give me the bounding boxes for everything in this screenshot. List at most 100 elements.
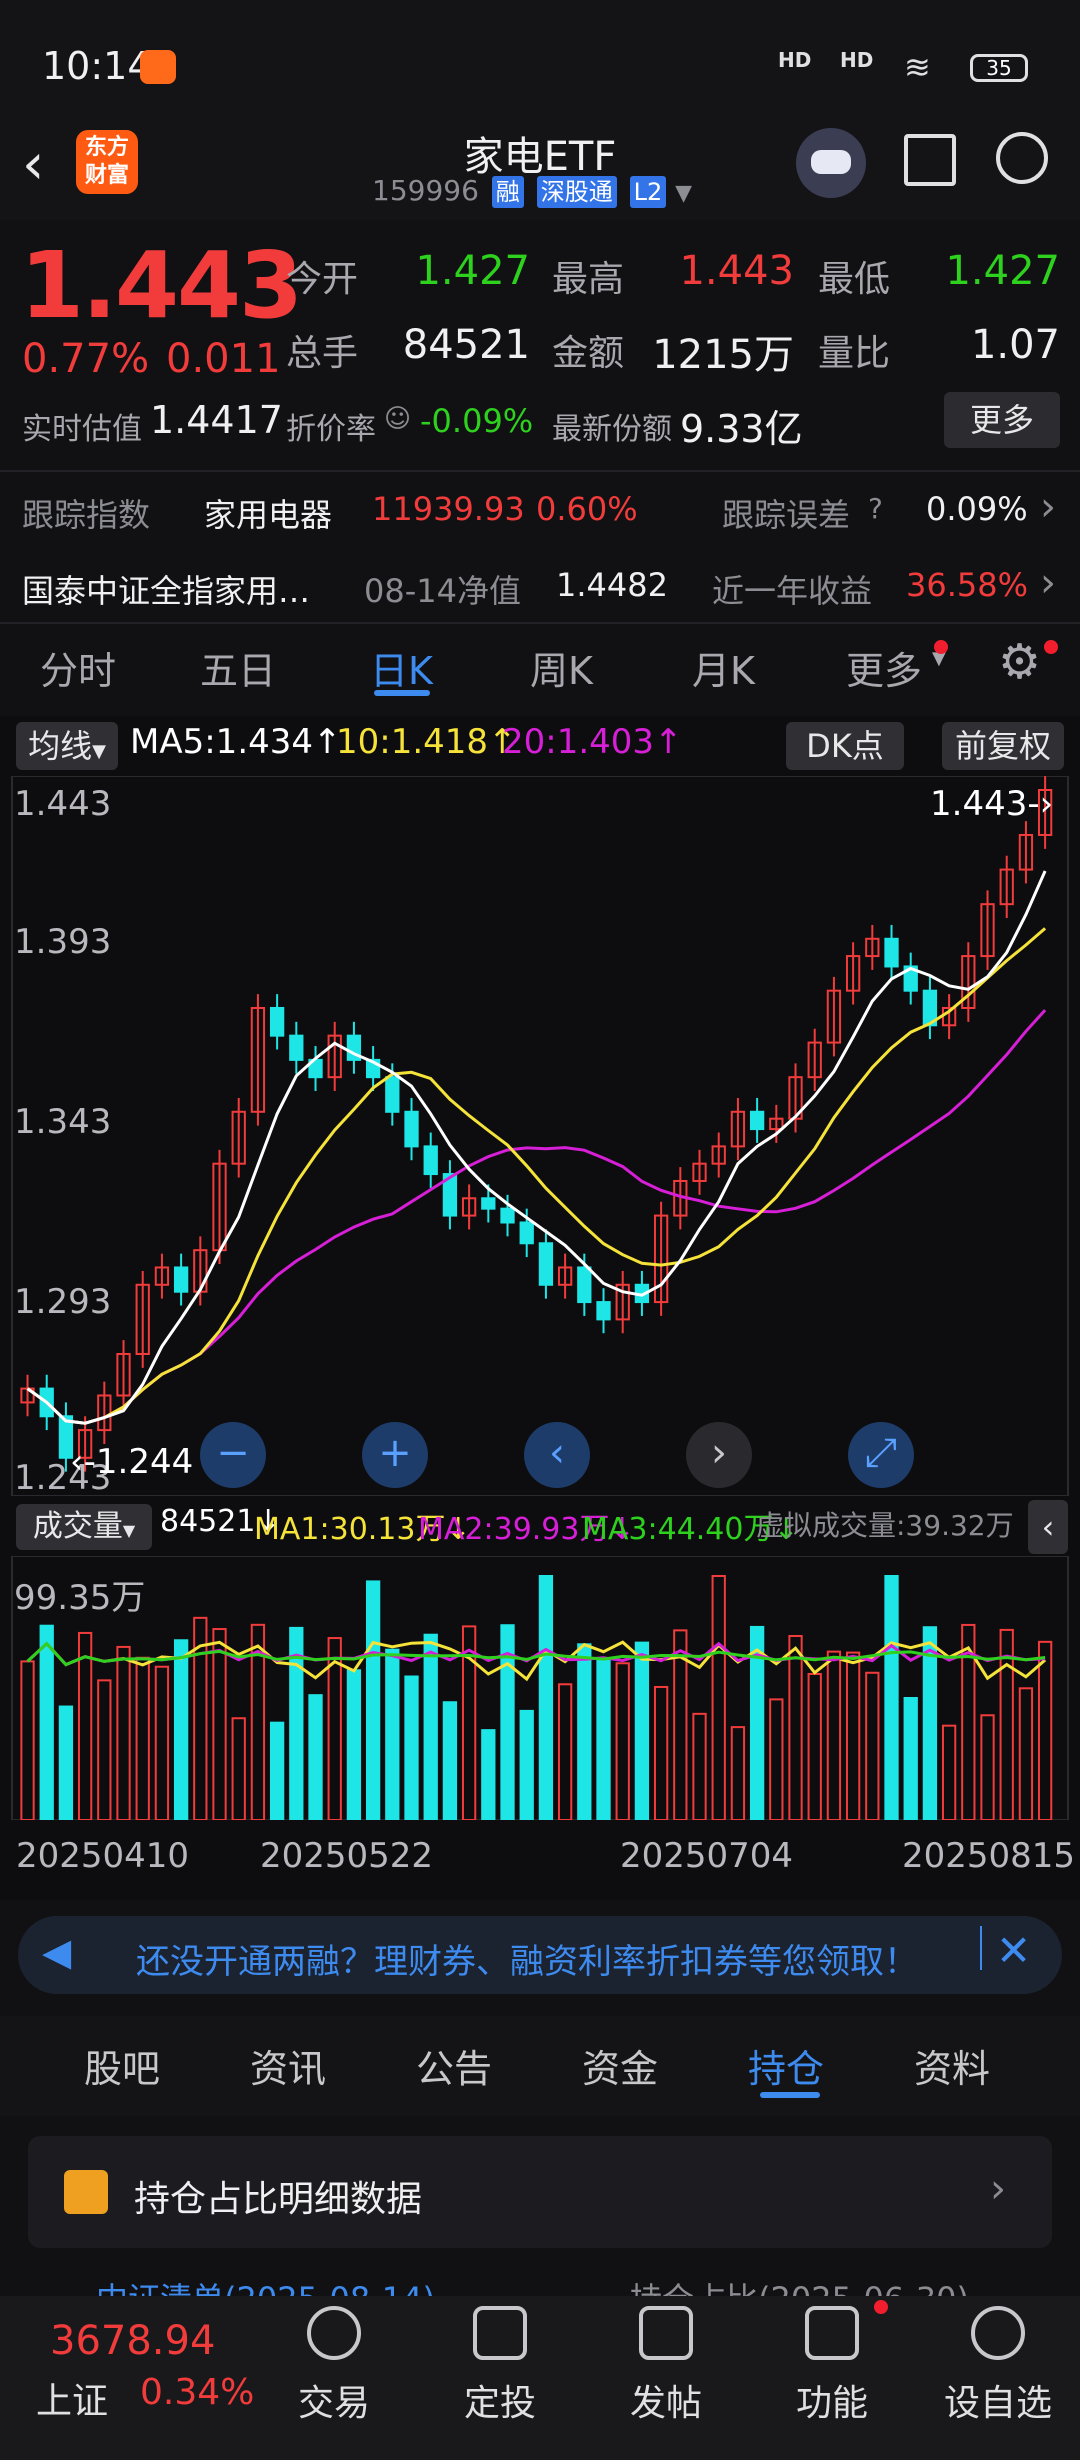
volume-bar (807, 1672, 822, 1820)
tab-daily-k[interactable]: 日K (370, 640, 433, 695)
candle (884, 937, 899, 968)
nav-invest[interactable]: 定投 (440, 2306, 560, 2426)
ma5-label: MA5:1.434↑ (130, 722, 342, 762)
assistant-robot-icon[interactable] (796, 128, 866, 198)
tab-five-day[interactable]: 五日 (200, 640, 276, 695)
candle (404, 1110, 419, 1148)
info-icon[interactable]: ☺ (384, 404, 411, 434)
app-header: ‹ 东方 财富 家电ETF 159996 融 深股通 L2 ▼ (0, 120, 1080, 220)
tab-intraday[interactable]: 分时 (40, 640, 116, 695)
dk-point-button[interactable]: DK点 (786, 722, 904, 770)
help-icon[interactable]: ? (868, 492, 883, 525)
nav-trade[interactable]: 交易 (274, 2306, 394, 2426)
volume-chart[interactable] (0, 1556, 1080, 1820)
volume-bar (346, 1669, 362, 1820)
chevron-down-icon[interactable]: ▼ (675, 181, 692, 206)
ma20-label: 20:1.403↑ (502, 722, 683, 762)
discount-label: 折价率 (286, 412, 376, 447)
candle (500, 1207, 515, 1224)
index-value[interactable]: 3678.94 (50, 2318, 215, 2364)
index-pct[interactable]: 0.34% (140, 2372, 254, 2413)
calendar-icon (64, 2170, 108, 2214)
tab-news[interactable]: 资讯 (250, 2038, 326, 2093)
signal-icon-2: HD (840, 48, 874, 72)
volume-bar (385, 1648, 400, 1820)
min-marker: ‹-1.244 (70, 1442, 194, 1482)
volume-bar (308, 1694, 323, 1820)
tab-underline (374, 690, 430, 696)
estimate-value: 1.4417 (150, 398, 283, 442)
volume-bar (692, 1712, 707, 1820)
share-icon[interactable] (904, 134, 956, 186)
candle (596, 1301, 611, 1321)
tab-funds[interactable]: 资金 (582, 2038, 658, 2093)
arrow-up-icon: ↑ (654, 722, 683, 762)
notification-dot (934, 640, 948, 654)
volume-max-label: 99.35万 (14, 1578, 146, 1618)
fund-name[interactable]: 国泰中证全指家用… (22, 566, 310, 612)
nav-post[interactable]: 发帖 (606, 2306, 726, 2426)
amount-value: 1215万 (652, 332, 794, 378)
grid-icon (805, 2306, 859, 2360)
volume-bar (39, 1624, 54, 1820)
date-label: 20250815 (902, 1836, 1076, 1876)
candle (538, 1242, 554, 1286)
chevron-right-icon[interactable]: › (1040, 484, 1056, 530)
share-label: 最新份额 (552, 412, 672, 447)
tab-monthly-k[interactable]: 月K (692, 640, 755, 695)
scroll-right-button[interactable]: › (686, 1422, 752, 1488)
battery-icon: 35 (970, 54, 1028, 82)
zoom-out-button[interactable]: − (200, 1422, 266, 1488)
megaphone-icon: ◀ (42, 1930, 72, 1974)
yen-icon (307, 2306, 361, 2360)
more-button[interactable]: 更多 (944, 392, 1060, 448)
nav-value: 1.4482 (556, 566, 668, 604)
nav-add-watchlist[interactable]: 设自选 (938, 2306, 1058, 2426)
volume-bar (903, 1697, 918, 1820)
tab-announcements[interactable]: 公告 (416, 2038, 492, 2093)
y-axis-label: 1.343 (14, 1102, 112, 1142)
indicator-select-button[interactable]: 成交量▼ (16, 1504, 152, 1550)
volume-bar (653, 1685, 669, 1820)
ma-toggle-button[interactable]: 均线▼ (16, 722, 118, 770)
volume-bar (231, 1717, 246, 1820)
search-icon[interactable] (996, 132, 1048, 184)
volume-bar (634, 1641, 650, 1820)
volume-bar (826, 1650, 842, 1820)
collapse-button[interactable]: ‹ (1028, 1500, 1068, 1554)
volume-bar (884, 1575, 899, 1820)
candlestick-chart[interactable] (0, 776, 1080, 1496)
promo-text[interactable]: 还没开通两融？理财券、融资利率折扣券等您领取！ (136, 1934, 918, 1983)
volume-value: 84521 (402, 322, 530, 368)
tab-holdings[interactable]: 持仓 (748, 2038, 824, 2093)
volume-ratio-value: 1.07 (970, 322, 1060, 368)
volume-bar (404, 1675, 419, 1820)
tab-profile[interactable]: 资料 (914, 2038, 990, 2093)
open-label: 今开 (286, 259, 359, 300)
chevron-right-icon[interactable]: › (1040, 560, 1056, 606)
nav-functions[interactable]: 功能 (772, 2306, 892, 2426)
gear-icon[interactable]: ⚙ (998, 634, 1041, 690)
candle (385, 1076, 400, 1113)
tracking-index-name[interactable]: 家用电器 (204, 490, 332, 536)
fullscreen-button[interactable]: ⤢ (848, 1422, 914, 1488)
tab-weekly-k[interactable]: 周K (530, 640, 593, 695)
volume-bar (423, 1633, 438, 1820)
tab-forum[interactable]: 股吧 (84, 2038, 160, 2093)
close-icon[interactable]: ✕ (996, 1926, 1031, 1975)
scroll-left-button[interactable]: ‹ (524, 1422, 590, 1488)
index-name[interactable]: 上证 (36, 2372, 108, 2424)
more-icon (971, 2306, 1025, 2360)
chevron-right-icon[interactable]: › (990, 2166, 1006, 2212)
candle (749, 1110, 765, 1131)
zoom-in-button[interactable]: + (362, 1422, 428, 1488)
last-price: 1.443 (20, 232, 303, 339)
volume-bar (538, 1575, 554, 1820)
volume-label: 总手 (286, 333, 359, 374)
volume-bar (97, 1679, 112, 1820)
adjust-button[interactable]: 前复权 (942, 722, 1064, 770)
tab-more[interactable]: 更多 (846, 640, 922, 695)
stock-code: 159996 融 深股通 L2 ▼ (372, 174, 693, 208)
amount-label: 金额 (552, 333, 625, 374)
holdings-card-title: 持仓占比明细数据 (134, 2179, 423, 2220)
